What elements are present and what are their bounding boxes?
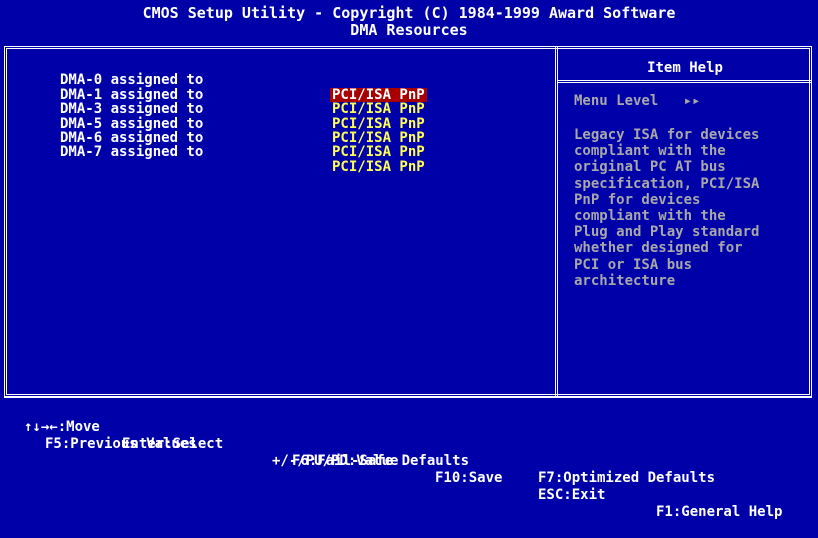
key-f7: F7:Optimized Defaults [538,470,716,486]
setting-label: DMA-7 assigned to [60,144,204,161]
key-legend: ↑↓→←:Move Enter:Select +/-/PU/PD:Value F… [0,402,818,520]
setting-row-dma0[interactable]: DMA-0 assigned to PCI/ISA PnP [60,59,540,102]
header: CMOS Setup Utility - Copyright (C) 1984-… [0,0,818,44]
help-title-separator [558,80,812,83]
menu-level: Menu Level ▸▸ [574,93,701,109]
setting-row-dma5[interactable]: DMA-5 assigned to PCI/ISA PnP [60,102,540,145]
key-f10: F10:Save [435,470,503,486]
key-f5: F5:Previous Values [45,436,197,452]
panel-divider [555,46,558,397]
settings-list: DMA-0 assigned to PCI/ISA PnP DMA-1 assi… [60,59,540,174]
setting-row-dma6[interactable]: DMA-6 assigned to PCI/ISA PnP [60,117,540,160]
item-help-title: Item Help [647,60,723,76]
key-legend-line-2: F5:Previous Values F6:Fail-Safe Defaults… [0,419,818,486]
setting-value[interactable]: PCI/ISA PnP [330,159,427,174]
setting-row-dma1[interactable]: DMA-1 assigned to PCI/ISA PnP [60,73,540,116]
footer-divider [4,397,812,399]
key-legend-line-1: ↑↓→←:Move Enter:Select +/-/PU/PD:Value F… [0,402,818,520]
key-f1: F1:General Help [656,504,783,520]
key-esc: ESC:Exit [538,487,606,503]
setting-row-dma7[interactable]: DMA-7 assigned to PCI/ISA PnP [60,131,540,174]
key-f6: F6:Fail-Safe Defaults [292,453,470,469]
setting-row-dma3[interactable]: DMA-3 assigned to PCI/ISA PnP [60,88,540,131]
item-help-text: Legacy ISA for devices compliant with th… [574,127,760,289]
header-subtitle: DMA Resources [350,21,468,39]
header-title: CMOS Setup Utility - Copyright (C) 1984-… [142,4,676,22]
setting-value[interactable]: PCI/ISA PnP [330,145,427,160]
